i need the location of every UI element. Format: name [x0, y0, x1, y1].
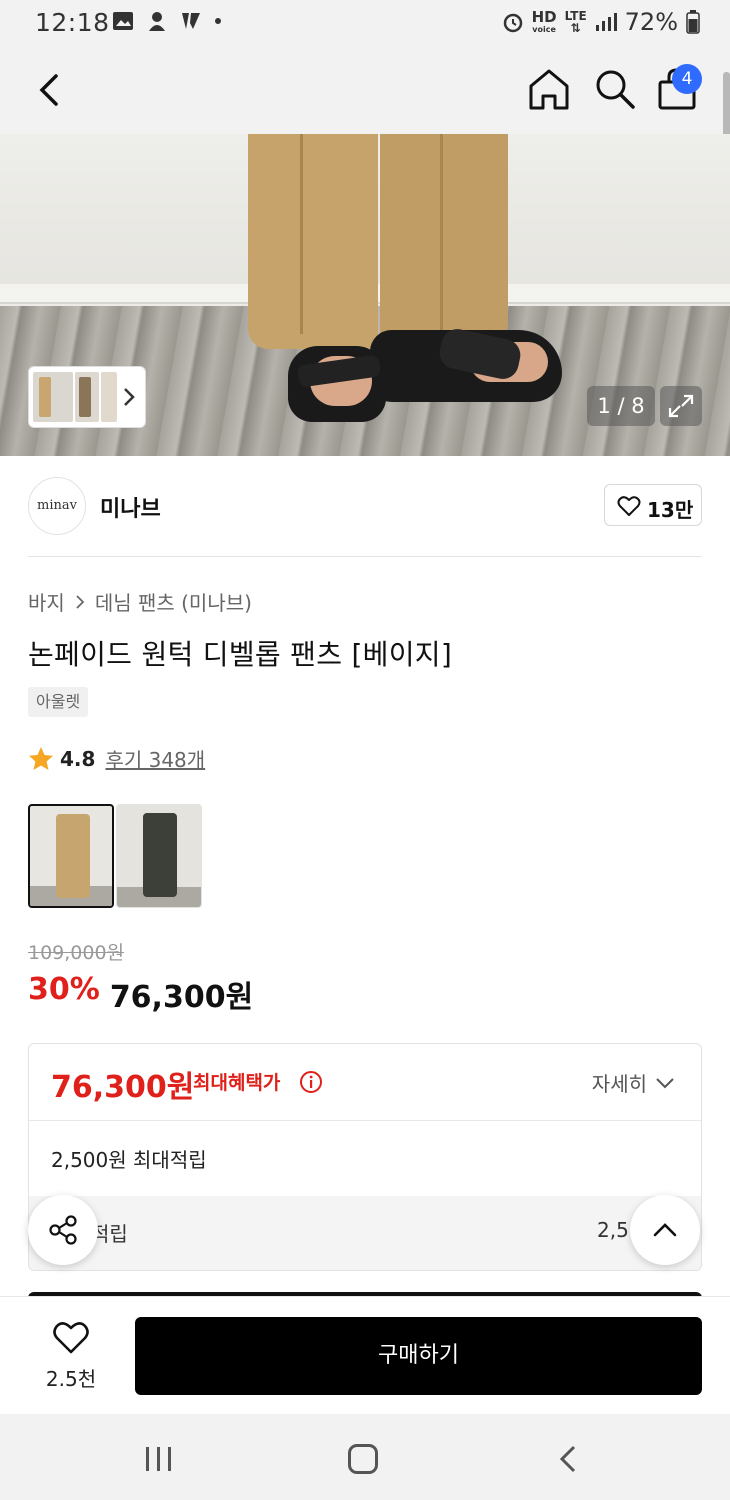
cart-count-badge: 4	[672, 64, 702, 94]
heart-icon	[617, 496, 641, 516]
brand-like-count: 13만	[647, 498, 694, 522]
expand-icon	[668, 394, 694, 418]
divider	[29, 1120, 701, 1121]
status-time: 12:18	[35, 8, 110, 37]
reviews-link[interactable]: 후기 348개	[105, 744, 205, 773]
discount-rate: 30%	[28, 972, 100, 1007]
back-nav-icon[interactable]	[556, 1444, 580, 1474]
sale-price: 76,300원	[109, 980, 254, 1015]
chevron-down-icon	[656, 1077, 674, 1088]
signal-icon	[595, 13, 617, 31]
info-icon[interactable]	[299, 1070, 323, 1094]
color-option-beige[interactable]	[28, 804, 114, 908]
max-benefit-price: 76,300원	[51, 1070, 195, 1105]
accrual-row: 적립 2,5	[29, 1196, 701, 1270]
product-title: 논페이드 원턱 디벨롭 팬츠 [베이지]	[28, 638, 453, 671]
chevron-up-icon	[653, 1223, 677, 1237]
buy-button[interactable]: 구매하기	[135, 1317, 702, 1395]
app-notification-icon	[149, 12, 165, 31]
alarm-icon	[503, 13, 522, 33]
expand-button[interactable]	[660, 386, 702, 426]
app-header	[0, 46, 730, 134]
star-icon	[29, 746, 53, 770]
breadcrumb-category[interactable]: 바지	[28, 587, 65, 616]
wishlist-count: 2.5천	[45, 1367, 97, 1391]
breadcrumb-subcategory[interactable]: 데님 팬츠 (미나브)	[95, 587, 252, 616]
share-button[interactable]	[28, 1195, 98, 1265]
system-icons: HD voice LTE ⇅ 72%	[502, 8, 700, 36]
detail-toggle[interactable]: 자세히	[592, 1068, 675, 1097]
battery-icon	[686, 10, 700, 34]
recent-apps-icon[interactable]	[144, 1446, 174, 1472]
original-price: 109,000원	[28, 942, 125, 964]
gallery-notification-icon	[113, 12, 133, 30]
benefit-box: 76,300원 최대혜택가 자세히 2,500원 최대적립 적립 2,5	[28, 1043, 702, 1271]
system-navigation-bar	[0, 1414, 730, 1500]
breadcrumb: 바지 데님 팬츠 (미나브)	[28, 587, 252, 616]
battery-percent: 72%	[624, 8, 678, 36]
wishlist-button[interactable]: 2.5천	[30, 1319, 112, 1393]
max-points: 2,500원 최대적립	[51, 1148, 207, 1172]
rating-value: 4.8	[60, 746, 96, 771]
brand-logo[interactable]: minav	[28, 477, 86, 535]
brand-like-button[interactable]: 13만	[604, 484, 702, 526]
price-row: 30% 76,300원	[28, 972, 253, 1016]
outlet-badge: 아울렛	[28, 687, 89, 717]
chevron-left-icon[interactable]	[30, 68, 70, 112]
accrual-value: 2,5	[597, 1218, 629, 1242]
chevron-right-icon	[76, 594, 85, 609]
share-icon	[49, 1215, 77, 1245]
chevron-right-icon	[124, 388, 135, 406]
color-option-dark[interactable]	[116, 804, 202, 908]
bottom-action-bar: 2.5천 구매하기	[0, 1296, 730, 1414]
brand-row: minav 미나브 13만	[28, 476, 702, 536]
max-benefit-label: 최대혜택가	[193, 1072, 281, 1094]
divider	[28, 556, 702, 557]
search-icon[interactable]	[592, 66, 638, 112]
home-nav-icon[interactable]	[348, 1444, 378, 1474]
image-page-counter: 1 / 8	[587, 386, 655, 426]
detail-label: 자세히	[591, 1072, 647, 1096]
hd-voice-indicator: HD voice	[531, 8, 557, 35]
status-bar: 12:18 HD voice LTE ⇅ 72%	[0, 0, 730, 46]
heart-icon	[53, 1322, 89, 1354]
lte-indicator: LTE ⇅	[564, 9, 587, 35]
scroll-top-button[interactable]	[630, 1195, 700, 1265]
rating-row: 4.8 후기 348개	[28, 744, 205, 773]
thumbnail-strip[interactable]	[28, 366, 146, 428]
dot-icon	[215, 18, 221, 24]
home-icon[interactable]	[526, 66, 572, 112]
app-notification-icon-2	[182, 13, 200, 29]
brand-name[interactable]: 미나브	[100, 491, 161, 523]
notification-icons	[112, 10, 222, 32]
